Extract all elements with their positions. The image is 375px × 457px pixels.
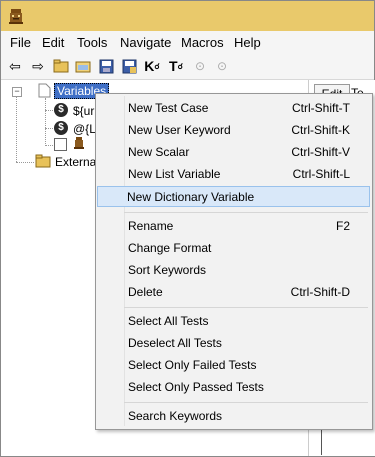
menu-item-shortcut: Ctrl-Shift-K <box>291 123 350 137</box>
menu-item-label: New User Keyword <box>128 123 231 137</box>
tree-node-list[interactable]: @{L <box>73 122 96 136</box>
keyword-search-icon[interactable]: K ☌ <box>143 57 161 75</box>
menu-tools[interactable]: Tools <box>77 35 107 50</box>
app-window: File Edit Tools Navigate Macros Help ⇦ ⇨… <box>0 0 375 457</box>
menu-item-label: New Test Case <box>128 101 209 115</box>
robot-app-icon <box>9 9 23 24</box>
menu-item-shortcut: Ctrl-Shift-L <box>292 167 350 181</box>
menu-separator <box>124 402 368 403</box>
menu-item-shortcut: Ctrl-Shift-V <box>291 145 350 159</box>
menu-item-label: Select Only Passed Tests <box>128 380 264 394</box>
menu-item-label: Change Format <box>128 241 212 255</box>
menu-item-label: Delete <box>128 285 163 299</box>
collapse-icon[interactable]: − <box>12 87 22 97</box>
menu-item-new-list-variable[interactable]: New List Variable Ctrl-Shift-L <box>98 164 368 184</box>
t-label: T <box>169 58 178 74</box>
menu-item-label: New Dictionary Variable <box>127 190 255 204</box>
open-folder-icon[interactable] <box>52 57 70 75</box>
title-bar <box>1 1 374 31</box>
scalar-variable-icon: $ <box>54 103 68 117</box>
menu-separator <box>124 307 368 308</box>
tree-connector <box>45 145 53 146</box>
stop-icon[interactable]: ⊙ <box>213 57 231 75</box>
menu-item-label: Rename <box>128 219 174 233</box>
toolbar: ⇦ ⇨ K ☌ T ☌ ⊙ ⊙ <box>1 53 374 80</box>
menu-item-label: Deselect All Tests <box>128 336 222 350</box>
menu-item-label: Select Only Failed Tests <box>128 358 257 372</box>
menu-item-change-format[interactable]: Change Format <box>98 238 368 258</box>
menu-item-new-scalar[interactable]: New Scalar Ctrl-Shift-V <box>98 142 368 162</box>
k-label: K <box>144 58 155 74</box>
menu-item-select-all-tests[interactable]: Select All Tests <box>98 311 368 331</box>
save-all-icon[interactable] <box>120 57 138 75</box>
menu-item-shortcut: F2 <box>335 219 350 233</box>
tree-connector <box>45 98 46 146</box>
context-menu: New Test Case Ctrl-Shift-T New User Keyw… <box>95 93 373 430</box>
tree-node-external[interactable]: Externa <box>55 155 96 169</box>
menu-item-shortcut: Ctrl-Shift-T <box>292 101 350 115</box>
external-folder-icon <box>35 154 51 168</box>
menu-separator <box>124 212 368 213</box>
tree-connector <box>45 128 53 129</box>
menu-item-new-dictionary-variable[interactable]: New Dictionary Variable <box>97 186 370 207</box>
pane-divider <box>321 429 322 455</box>
menu-item-shortcut: Ctrl-Shift-D <box>290 285 350 299</box>
menu-item-new-test-case[interactable]: New Test Case Ctrl-Shift-T <box>98 98 368 118</box>
menu-help[interactable]: Help <box>234 35 261 50</box>
menu-item-deselect-all-tests[interactable]: Deselect All Tests <box>98 333 368 353</box>
menu-item-label: Search Keywords <box>128 409 223 423</box>
list-variable-icon: $ <box>54 121 68 135</box>
tree-connector <box>16 162 34 163</box>
file-icon <box>38 83 51 98</box>
arrow-right-icon[interactable]: ⇨ <box>29 57 47 75</box>
menu-item-label: Select All Tests <box>128 314 209 328</box>
menu-item-select-only-passed[interactable]: Select Only Passed Tests <box>98 377 368 397</box>
tag-search-icon[interactable]: T ☌ <box>167 57 185 75</box>
menu-item-select-only-failed[interactable]: Select Only Failed Tests <box>98 355 368 375</box>
open-directory-icon[interactable] <box>74 57 92 75</box>
test-checkbox[interactable] <box>54 138 67 151</box>
menu-macros[interactable]: Macros <box>181 35 224 50</box>
menu-edit[interactable]: Edit <box>42 35 64 50</box>
menu-item-delete[interactable]: Delete Ctrl-Shift-D <box>98 282 368 302</box>
robot-test-icon <box>74 137 84 149</box>
tree-connector <box>45 110 53 111</box>
run-icon[interactable]: ⊙ <box>191 57 209 75</box>
tree-node-scalar[interactable]: ${ur <box>73 104 94 118</box>
tree-connector <box>16 92 17 162</box>
save-icon[interactable] <box>97 57 115 75</box>
menu-file[interactable]: File <box>10 35 31 50</box>
menu-item-label: New List Variable <box>128 167 221 181</box>
arrow-left-icon[interactable]: ⇦ <box>6 57 24 75</box>
menu-navigate[interactable]: Navigate <box>120 35 171 50</box>
menu-item-rename[interactable]: Rename F2 <box>98 216 368 236</box>
menu-item-search-keywords[interactable]: Search Keywords <box>98 406 368 426</box>
menu-item-new-user-keyword[interactable]: New User Keyword Ctrl-Shift-K <box>98 120 368 140</box>
menu-item-label: New Scalar <box>128 145 190 159</box>
menu-item-sort-keywords[interactable]: Sort Keywords <box>98 260 368 280</box>
menu-item-label: Sort Keywords <box>128 263 207 277</box>
menu-bar: File Edit Tools Navigate Macros Help <box>1 31 374 53</box>
